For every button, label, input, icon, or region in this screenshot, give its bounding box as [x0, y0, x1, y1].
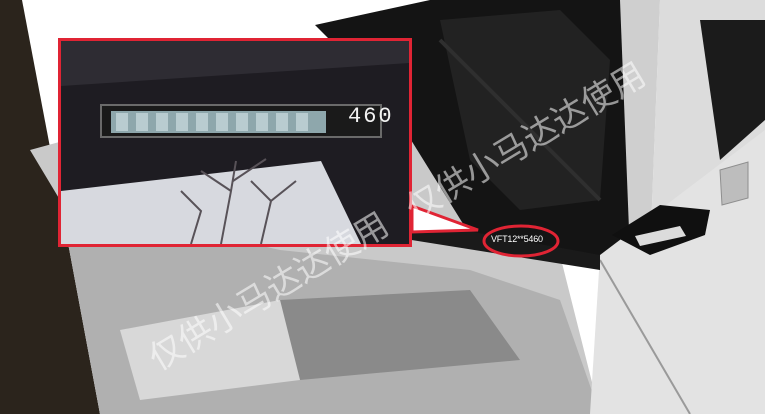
callout-overlay — [410, 203, 560, 258]
image-stage: 460 VFT12**5460 仅供小马达达使用 仅供小马达达使用 — [0, 0, 765, 414]
vin-callout-label: VFT12**5460 — [491, 234, 543, 244]
callout-pointer — [410, 203, 479, 234]
